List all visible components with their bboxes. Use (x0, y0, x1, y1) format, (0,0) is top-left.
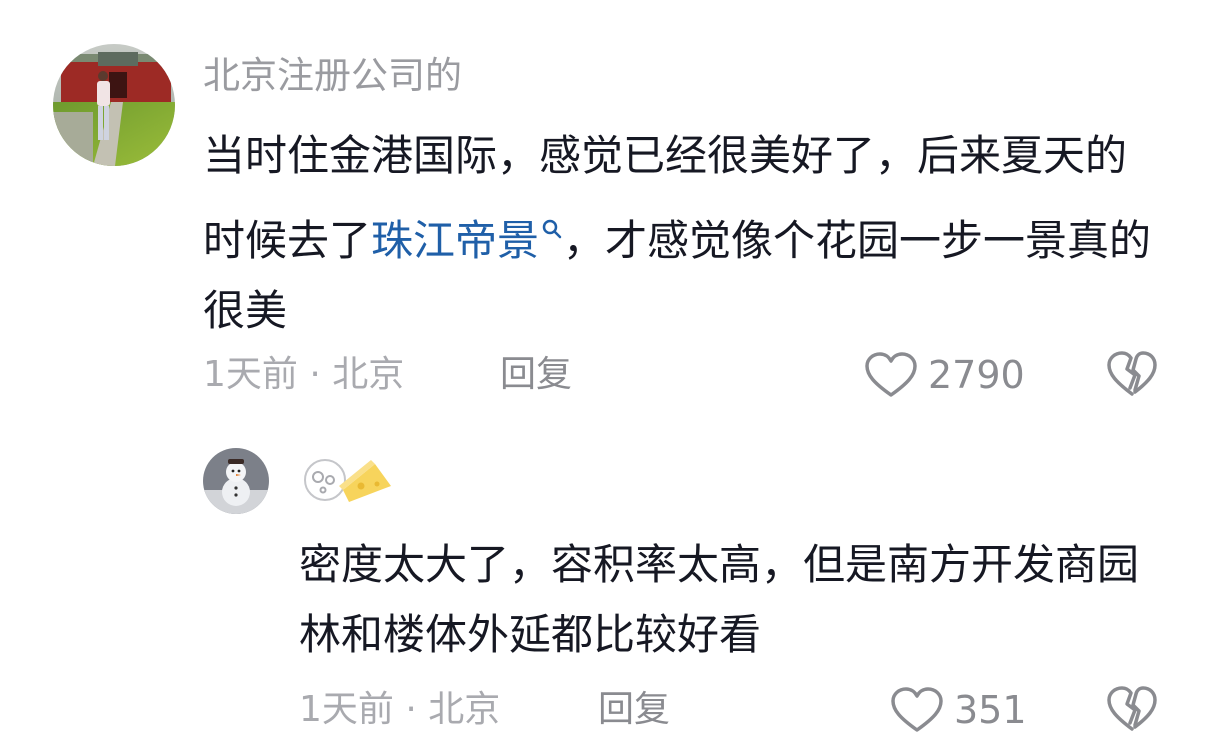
reply-dislike-button[interactable] (1106, 685, 1158, 737)
broken-heart-icon[interactable] (1106, 351, 1158, 402)
reply-like-button[interactable]: 351 (890, 685, 1027, 735)
comment-time-location: 1天前 · 北京 (203, 354, 405, 395)
dislike-button[interactable] (1106, 350, 1158, 402)
commenter-username[interactable]: 北京注册公司的 (203, 50, 462, 102)
like-count: 2790 (928, 353, 1025, 397)
reply-like-count: 351 (954, 688, 1027, 732)
reply-button[interactable]: 回复 (500, 350, 572, 400)
heart-outline-icon[interactable] (890, 686, 944, 734)
reply-to-reply-button[interactable]: 回复 (598, 685, 670, 735)
broken-heart-icon[interactable] (1106, 686, 1158, 737)
comment-search-link[interactable]: 珠江帝景 (371, 216, 563, 265)
heart-outline-icon[interactable] (864, 351, 918, 399)
reply-text: 密度太大了，容积率太高，但是南方开发商园林和楼体外延都比较好看 (299, 540, 1140, 659)
cheese-emoji-icon[interactable] (299, 446, 399, 506)
comment-link-text[interactable]: 珠江帝景 (371, 216, 539, 265)
reply-item: 密度太大了，容积率太高，但是南方开发商园林和楼体外延都比较好看 1天前 · 北京… (0, 420, 1224, 750)
commenter-avatar[interactable] (53, 44, 175, 166)
replier-avatar[interactable] (203, 448, 269, 514)
reply-time-location: 1天前 · 北京 (299, 689, 501, 730)
comment-item: 北京注册公司的 当时住金港国际，感觉已经很美好了，后来夏天的时候去了珠江帝景 ，才… (0, 0, 1224, 420)
search-icon[interactable] (541, 191, 563, 261)
like-button[interactable]: 2790 (864, 350, 1025, 400)
comment-text: 当时住金港国际，感觉已经很美好了，后来夏天的时候去了珠江帝景 ，才感觉像个花园一步… (203, 121, 1158, 346)
